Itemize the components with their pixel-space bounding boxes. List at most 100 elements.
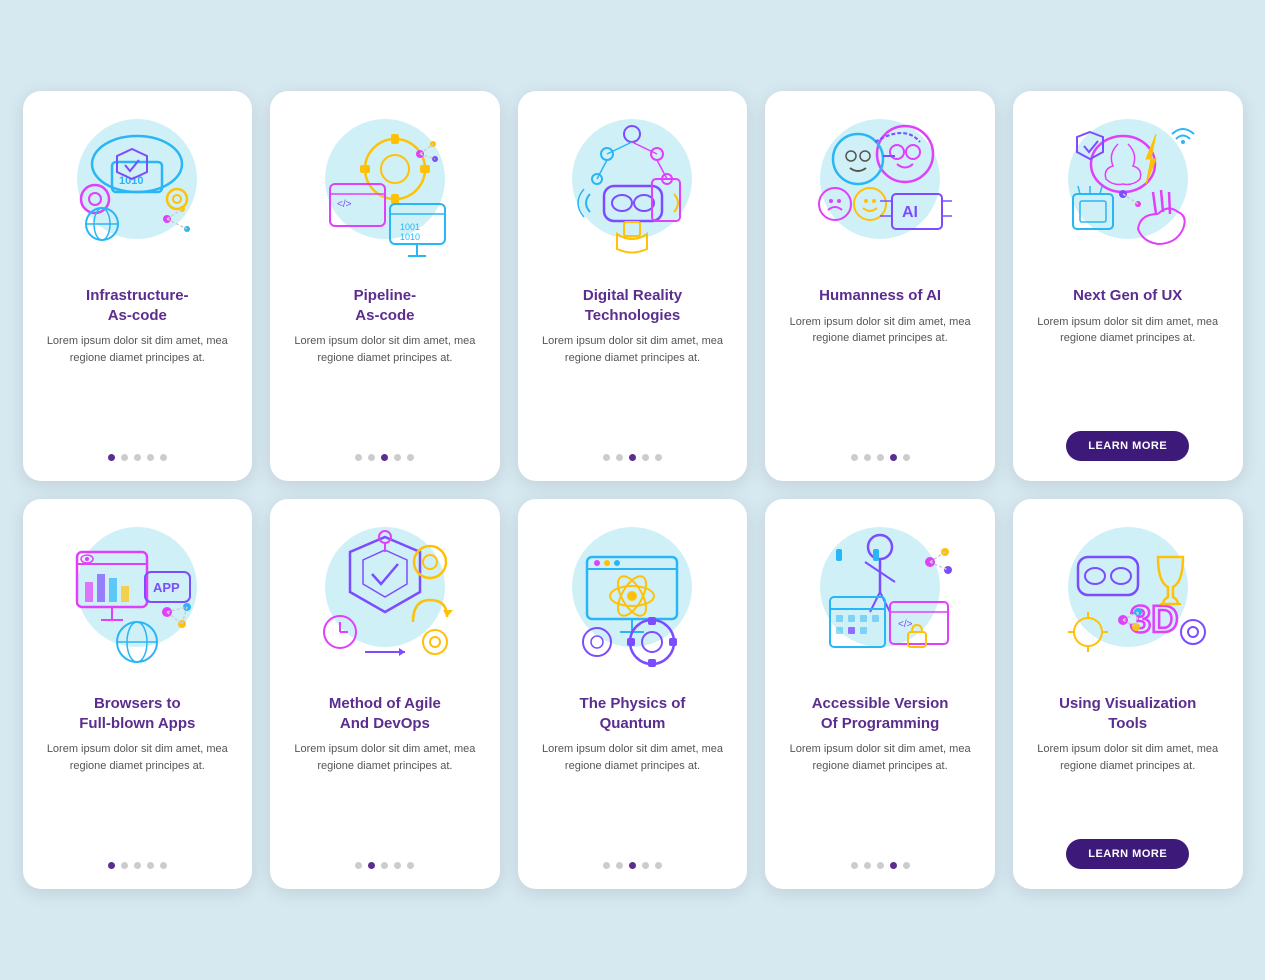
card-visualization-tools: 3D <box>1013 499 1243 889</box>
learn-more-button-visualization[interactable]: LEARN MORE <box>1066 839 1189 869</box>
card-illustration-infra: 1010 <box>23 91 253 276</box>
svg-text:APP: APP <box>153 580 180 595</box>
dot-5 <box>903 862 910 869</box>
dot-4 <box>642 862 649 869</box>
card-body-quantum: The Physics of Quantum Lorem ipsum dolor… <box>518 684 748 869</box>
card-title-visualization: Using Visualization Tools <box>1059 694 1196 733</box>
card-desc-digital: Lorem ipsum dolor sit dim amet, mea regi… <box>536 333 730 442</box>
card-dots-quantum <box>603 862 662 869</box>
dot-3 <box>381 454 388 461</box>
svg-text:1010: 1010 <box>119 175 143 187</box>
dot-1 <box>851 862 858 869</box>
dot-2 <box>616 862 623 869</box>
card-illustration-ai: AI <box>765 91 995 276</box>
dot-5 <box>655 862 662 869</box>
card-title-ux: Next Gen of UX <box>1073 286 1182 306</box>
dot-5 <box>407 454 414 461</box>
card-agile-devops: Method of Agile And DevOps Lorem ipsum d… <box>270 499 500 889</box>
dot-1 <box>355 454 362 461</box>
card-dots-digital <box>603 454 662 461</box>
dot-2 <box>368 862 375 869</box>
dot-4 <box>147 454 154 461</box>
svg-text:AI: AI <box>902 204 918 221</box>
card-illustration-quantum <box>518 499 748 684</box>
dot-2 <box>368 454 375 461</box>
card-desc-agile: Lorem ipsum dolor sit dim amet, mea regi… <box>288 741 482 850</box>
dot-1 <box>603 454 610 461</box>
card-next-gen-ux: Next Gen of UX Lorem ipsum dolor sit dim… <box>1013 91 1243 481</box>
card-dots-pipeline <box>355 454 414 461</box>
card-desc-programming: Lorem ipsum dolor sit dim amet, mea regi… <box>783 741 977 850</box>
card-infra-as-code: 1010 <box>23 91 253 481</box>
dot-1 <box>355 862 362 869</box>
card-title-infra: Infrastructure- As-code <box>86 286 189 325</box>
dot-5 <box>160 454 167 461</box>
dot-5 <box>160 862 167 869</box>
dot-3 <box>629 862 636 869</box>
card-body-ux: Next Gen of UX Lorem ipsum dolor sit dim… <box>1013 276 1243 461</box>
dot-4 <box>890 454 897 461</box>
card-digital-reality: Digital Reality Technologies Lorem ipsum… <box>518 91 748 481</box>
dot-3 <box>134 454 141 461</box>
card-grid: 1010 <box>23 91 1243 889</box>
learn-more-button-ux[interactable]: LEARN MORE <box>1066 431 1189 461</box>
card-desc-pipeline: Lorem ipsum dolor sit dim amet, mea regi… <box>288 333 482 442</box>
card-illustration-browsers: APP <box>23 499 253 684</box>
card-title-digital: Digital Reality Technologies <box>583 286 682 325</box>
card-title-pipeline: Pipeline- As-code <box>354 286 417 325</box>
dot-3 <box>877 862 884 869</box>
dot-5 <box>655 454 662 461</box>
card-accessible-programming: </> Accessible Version Of Programming Lo… <box>765 499 995 889</box>
card-desc-infra: Lorem ipsum dolor sit dim amet, mea regi… <box>41 333 235 442</box>
card-desc-visualization: Lorem ipsum dolor sit dim amet, mea regi… <box>1031 741 1225 827</box>
dot-4 <box>890 862 897 869</box>
dot-1 <box>108 454 115 461</box>
dot-4 <box>394 454 401 461</box>
dot-1 <box>851 454 858 461</box>
dot-3 <box>134 862 141 869</box>
card-illustration-ux <box>1013 91 1243 276</box>
dot-5 <box>407 862 414 869</box>
card-body-agile: Method of Agile And DevOps Lorem ipsum d… <box>270 684 500 869</box>
card-dots-infra <box>108 454 167 461</box>
dot-1 <box>108 862 115 869</box>
card-body-pipeline: Pipeline- As-code Lorem ipsum dolor sit … <box>270 276 500 461</box>
dot-2 <box>121 862 128 869</box>
card-illustration-digital <box>518 91 748 276</box>
svg-text:1010: 1010 <box>400 232 420 242</box>
card-dots-browsers <box>108 862 167 869</box>
card-desc-ai: Lorem ipsum dolor sit dim amet, mea regi… <box>783 314 977 443</box>
svg-text:3D: 3D <box>1130 599 1179 641</box>
card-illustration-programming: </> <box>765 499 995 684</box>
dot-4 <box>394 862 401 869</box>
dot-3 <box>381 862 388 869</box>
card-illustration-agile <box>270 499 500 684</box>
card-title-programming: Accessible Version Of Programming <box>812 694 949 733</box>
dot-4 <box>147 862 154 869</box>
dot-2 <box>121 454 128 461</box>
dot-2 <box>864 454 871 461</box>
svg-text:</>: </> <box>898 619 913 630</box>
card-physics-quantum: The Physics of Quantum Lorem ipsum dolor… <box>518 499 748 889</box>
card-body-ai: Humanness of AI Lorem ipsum dolor sit di… <box>765 276 995 461</box>
card-desc-quantum: Lorem ipsum dolor sit dim amet, mea regi… <box>536 741 730 850</box>
card-title-ai: Humanness of AI <box>819 286 941 306</box>
card-body-infra: Infrastructure- As-code Lorem ipsum dolo… <box>23 276 253 461</box>
card-illustration-pipeline: </> 1001 1010 <box>270 91 500 276</box>
card-desc-browsers: Lorem ipsum dolor sit dim amet, mea regi… <box>41 741 235 850</box>
card-body-programming: Accessible Version Of Programming Lorem … <box>765 684 995 869</box>
card-title-quantum: The Physics of Quantum <box>580 694 686 733</box>
dot-2 <box>864 862 871 869</box>
dot-5 <box>903 454 910 461</box>
card-title-agile: Method of Agile And DevOps <box>329 694 441 733</box>
card-pipeline-as-code: </> 1001 1010 Pi <box>270 91 500 481</box>
card-illustration-visualization: 3D <box>1013 499 1243 684</box>
dot-1 <box>603 862 610 869</box>
card-dots-programming <box>851 862 910 869</box>
dot-3 <box>877 454 884 461</box>
card-body-visualization: Using Visualization Tools Lorem ipsum do… <box>1013 684 1243 869</box>
card-desc-ux: Lorem ipsum dolor sit dim amet, mea regi… <box>1031 314 1225 420</box>
card-dots-ai <box>851 454 910 461</box>
card-body-browsers: Browsers to Full-blown Apps Lorem ipsum … <box>23 684 253 869</box>
card-body-digital: Digital Reality Technologies Lorem ipsum… <box>518 276 748 461</box>
